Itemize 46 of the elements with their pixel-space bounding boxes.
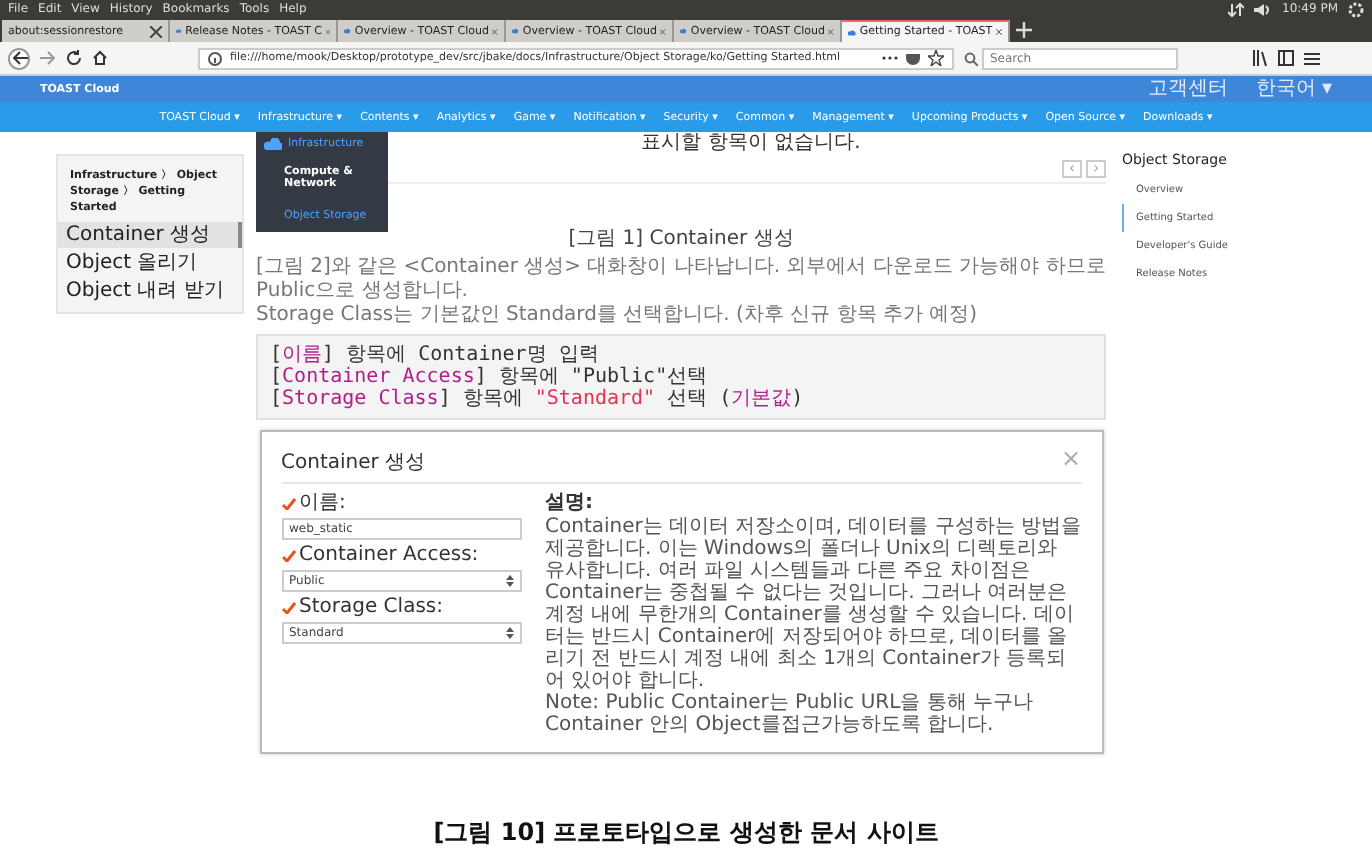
updown-arrow-icon [505,574,513,588]
sidebar-item[interactable]: Object 내려 받기 [58,278,242,304]
search-icon [964,51,978,65]
figure-caption: [그림 1] Container 생성 [568,228,794,252]
close-icon [492,25,498,37]
sidebar-icon [1278,50,1294,66]
field-label: Storage Class: [299,596,443,618]
dialog-title: Container 생성 [281,450,426,476]
cloud-icon [264,138,282,150]
code-line: [이름] 항목에 Container명 입력 [270,344,601,366]
description-title: 설명: [545,492,595,516]
close-icon [660,25,666,37]
pocket-icon [906,51,920,65]
back-arrow-icon [11,50,27,66]
settings-icon [1348,1,1364,17]
home-icon [92,50,108,66]
body-text: [그림 2]와 같은 <Container 생성> 대화창이 나타납니다. 외부에서 다운로드 가능해야 하므로 Public으로 생성합니다. [256,256,1106,304]
field-label: Container Access: [299,544,479,566]
check-mark-icon [281,497,295,509]
description-text: Note: Public Container는 Public URL을 통해 누구나 Container 안의 Object를접근가능하도록 합니다. [545,692,1036,736]
more-icon [882,54,898,62]
sidebar-item[interactable]: Object 올리기 [58,250,242,276]
forward-arrow-icon [40,50,56,66]
menu-icon [1304,51,1320,65]
back-button[interactable] [8,47,30,69]
check-mark-icon [281,549,295,561]
field-label: 이름: [299,492,346,514]
updown-arrow-icon [505,626,513,640]
close-icon [150,25,162,37]
description-text: Container는 데이터 저장소이며, 데이터를 구성하는 방법을 제공합니다. 이는 Windows의 폴더나 Unix의 디렉토리와 유사합니다. 여러 파일 시스템들과 다른 주요 차이점은 Container는 중첩될 수 없다는 것입니다. 그러나 여러분은 계정 내에 무한개의 Container를 생성할 수 있습니다. 데이터는 반드시 Container에 저장되어야 하므로, 데이터를 올리기 전 반드시 계정 내에 최소 1개의 Container가 등록되어 있어야 합니다. [545,516,1081,692]
document-caption: [그림 10] 프로토타입으로 생성한 문서 사이트 [431,816,941,850]
network-icon [1228,1,1244,17]
check-mark-icon [281,601,295,613]
library-icon [1252,50,1268,66]
close-icon [828,25,834,37]
plus-icon [1016,22,1032,38]
reload-icon [66,50,82,66]
close-icon [996,26,1002,38]
volume-icon [1254,1,1272,17]
code-line: [Container Access] 항목에 "Public"선택 [270,366,710,388]
sidebar-item[interactable]: Container 생성 [58,222,242,248]
empty-notice: 표시할 항목이 없습니다. [639,132,861,156]
star-icon [928,50,944,66]
code-line: [Storage Class] 항목에 "Standard" 선택 (기본값) [270,388,806,410]
info-icon [208,51,222,65]
body-text: Storage Class는 기본값인 Standard를 선택합니다. (차후 신규 항목 추가 예정) [256,304,980,328]
